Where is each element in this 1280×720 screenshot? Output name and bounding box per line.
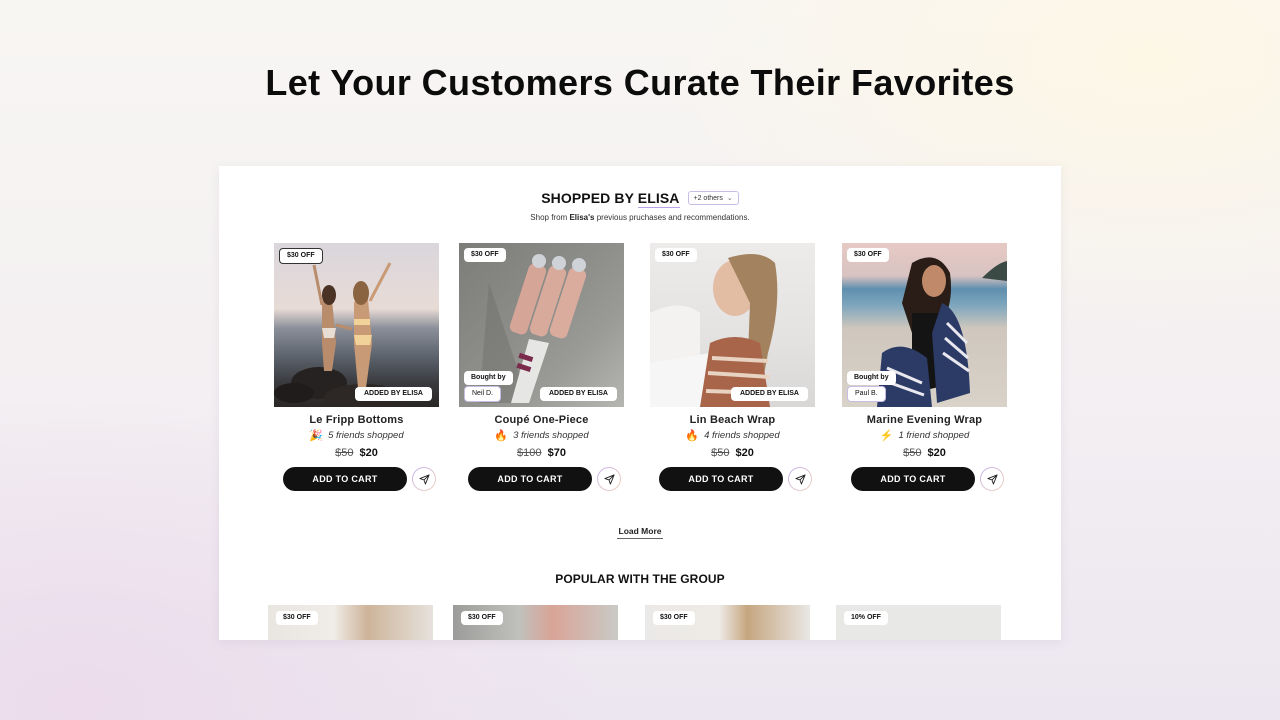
discount-badge: $30 OFF	[847, 248, 889, 262]
friends-shopped-text: 1 friend shopped	[898, 430, 970, 441]
product-card[interactable]: $30 OFF ADDED BY ELISA Le Fripp Bottoms …	[274, 243, 439, 491]
product-price: $50 $20	[274, 447, 439, 459]
hero-title: Let Your Customers Curate Their Favorite…	[265, 62, 1015, 103]
load-more-container: Load More	[219, 521, 1061, 539]
product-name[interactable]: Marine Evening Wrap	[842, 414, 1007, 426]
shopped-by-widget: SHOPPED BY ELISA +2 others ⌄ Shop from E…	[219, 166, 1061, 640]
popular-title: POPULAR WITH THE GROUP	[555, 572, 725, 586]
discount-badge: $30 OFF	[276, 611, 318, 625]
curator-name: ELISA	[637, 190, 680, 208]
buyer-name[interactable]: Neil D.	[464, 386, 502, 402]
discount-badge: $30 OFF	[279, 248, 323, 264]
fire-icon: 🔥	[685, 430, 700, 442]
original-price: $100	[517, 447, 542, 459]
shopped-by-header: SHOPPED BY ELISA +2 others ⌄	[219, 190, 1061, 208]
discount-badge: $30 OFF	[655, 248, 697, 262]
product-name[interactable]: Coupé One-Piece	[459, 414, 624, 426]
title-prefix: SHOPPED BY	[541, 190, 634, 206]
product-image[interactable]: $30 OFF Bought by Neil D. ADDED BY ELISA	[459, 243, 624, 407]
product-price: $50 $20	[842, 447, 1007, 459]
lightning-icon: ⚡	[879, 430, 894, 442]
product-actions: ADD TO CART	[274, 467, 439, 491]
bought-by-label: Bought by	[464, 371, 513, 385]
sale-price: $20	[927, 447, 946, 459]
others-dropdown[interactable]: +2 others ⌄	[687, 191, 739, 205]
share-button[interactable]	[597, 467, 621, 491]
popular-product-card[interactable]: $30 OFF	[645, 605, 810, 640]
friends-shopped-text: 3 friends shopped	[513, 430, 589, 441]
discount-badge: $30 OFF	[461, 611, 503, 625]
product-card[interactable]: $30 OFF ADDED BY ELISA Lin Beach Wrap 🔥 …	[650, 243, 815, 491]
subtitle-suffix: previous pruchases and recommendations.	[596, 213, 750, 222]
add-to-cart-button[interactable]: ADD TO CART	[468, 467, 592, 491]
chevron-down-icon: ⌄	[726, 195, 733, 202]
product-image[interactable]: $30 OFF Bought by Paul B.	[842, 243, 1007, 407]
product-actions: ADD TO CART	[650, 467, 815, 491]
product-actions: ADD TO CART	[842, 467, 1007, 491]
popular-product-card[interactable]: 10% OFF	[836, 605, 1001, 640]
bought-by-label: Bought by	[847, 371, 896, 385]
load-more-link[interactable]: Load More	[616, 526, 664, 539]
share-button[interactable]	[980, 467, 1004, 491]
added-by-badge: ADDED BY ELISA	[355, 387, 432, 401]
party-popper-icon: 🎉	[309, 430, 324, 442]
original-price: $50	[903, 447, 922, 459]
add-to-cart-button[interactable]: ADD TO CART	[283, 467, 407, 491]
original-price: $50	[711, 447, 730, 459]
friends-shopped-text: 5 friends shopped	[328, 430, 404, 441]
sale-price: $70	[547, 447, 566, 459]
added-by-badge: ADDED BY ELISA	[731, 387, 808, 401]
friends-shopped-text: 4 friends shopped	[704, 430, 780, 441]
product-price: $100 $70	[459, 447, 624, 459]
shopped-by-subtitle: Shop from Elisa's previous pruchases and…	[219, 213, 1061, 222]
discount-badge: $30 OFF	[464, 248, 506, 262]
add-to-cart-button[interactable]: ADD TO CART	[851, 467, 975, 491]
product-image[interactable]: $30 OFF ADDED BY ELISA	[274, 243, 439, 407]
friends-shopped: 🔥 3 friends shopped	[459, 429, 624, 442]
subtitle-prefix: Shop from	[530, 213, 568, 222]
product-price: $50 $20	[650, 447, 815, 459]
send-icon	[418, 473, 430, 485]
added-by-badge: ADDED BY ELISA	[540, 387, 617, 401]
sale-price: $20	[735, 447, 754, 459]
product-card[interactable]: $30 OFF Bought by Paul B. Marine Evening…	[842, 243, 1007, 491]
fire-icon: 🔥	[494, 430, 509, 442]
send-icon	[986, 473, 998, 485]
buyer-name[interactable]: Paul B.	[847, 386, 886, 402]
original-price: $50	[335, 447, 354, 459]
shopped-by-title: SHOPPED BY ELISA	[541, 190, 680, 208]
product-actions: ADD TO CART	[459, 467, 624, 491]
popular-product-card[interactable]: $30 OFF	[453, 605, 618, 640]
friends-shopped: 🔥 4 friends shopped	[650, 429, 815, 442]
send-icon	[794, 473, 806, 485]
model-photo	[650, 254, 778, 407]
product-name[interactable]: Le Fripp Bottoms	[274, 414, 439, 426]
add-to-cart-button[interactable]: ADD TO CART	[659, 467, 783, 491]
product-name[interactable]: Lin Beach Wrap	[650, 414, 815, 426]
send-icon	[603, 473, 615, 485]
popular-product-card[interactable]: $30 OFF	[268, 605, 433, 640]
sale-price: $20	[359, 447, 378, 459]
share-button[interactable]	[788, 467, 812, 491]
product-card[interactable]: $30 OFF Bought by Neil D. ADDED BY ELISA…	[459, 243, 624, 491]
others-dropdown-label: +2 others	[693, 194, 723, 202]
subtitle-name: Elisa's	[569, 213, 595, 222]
product-image[interactable]: $30 OFF ADDED BY ELISA	[650, 243, 815, 407]
swimwear-photo	[274, 262, 404, 407]
friends-shopped: ⚡ 1 friend shopped	[842, 429, 1007, 442]
discount-badge: $30 OFF	[653, 611, 695, 625]
friends-shopped: 🎉 5 friends shopped	[274, 429, 439, 442]
share-button[interactable]	[412, 467, 436, 491]
discount-badge: 10% OFF	[844, 611, 888, 625]
